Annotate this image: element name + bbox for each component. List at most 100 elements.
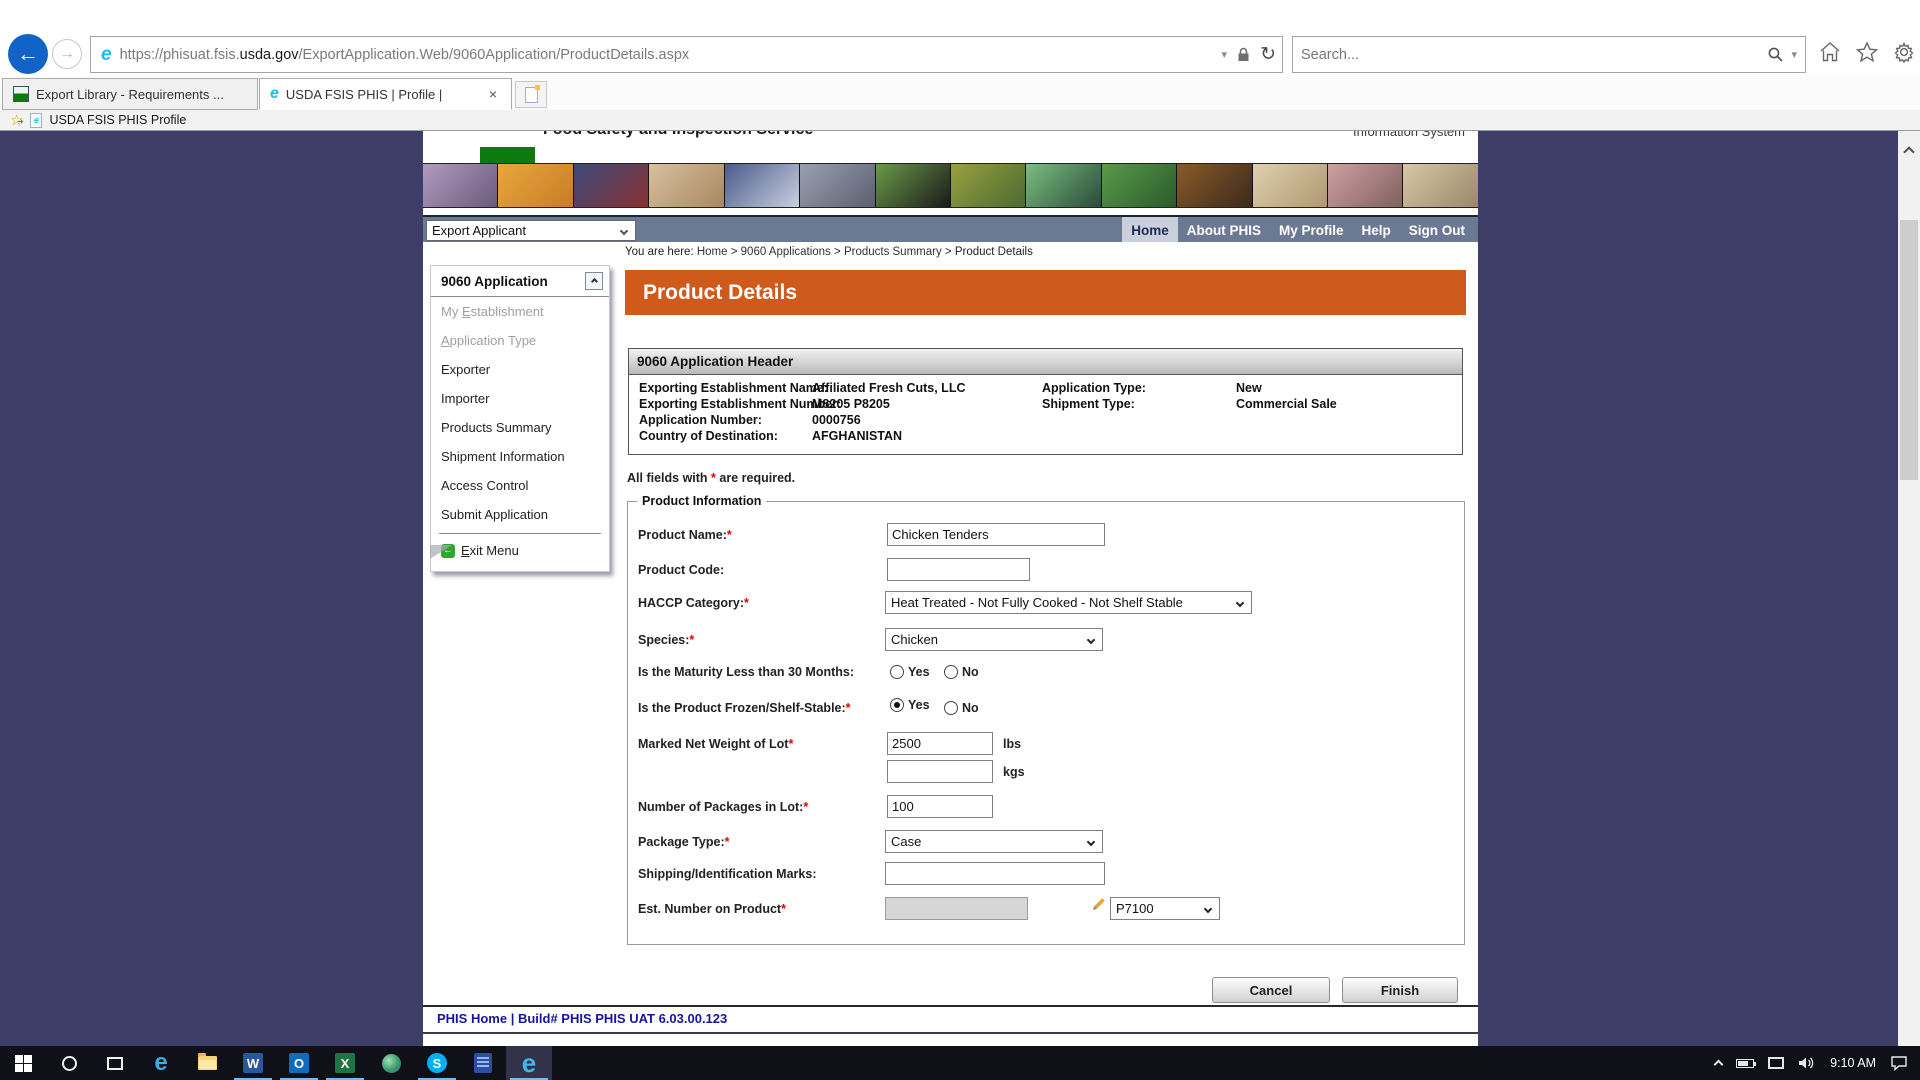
taskbar-journal-app[interactable] <box>460 1046 506 1080</box>
hidden-icons-chevron[interactable] <box>1714 1060 1724 1070</box>
sidebar-item-exit-menu[interactable]: ← Exit Menu <box>431 536 609 565</box>
settings-gear-icon[interactable] <box>1892 40 1916 64</box>
maturity-no-radio[interactable] <box>944 665 958 679</box>
application-number-value: 0000756 <box>812 413 861 427</box>
sidebar-item-access-control[interactable]: Access Control <box>431 471 609 500</box>
taskbar-clock[interactable]: 9:10 AM <box>1830 1056 1876 1070</box>
maturity-yes-radio[interactable] <box>890 665 904 679</box>
url-dropdown-icon[interactable]: ▾ <box>1222 48 1228 61</box>
photo-scientist-microscope <box>1026 164 1100 207</box>
photo-pork-carcasses <box>649 164 723 207</box>
exporting-establishment-name-value: Affiliated Fresh Cuts, LLC <box>812 381 965 395</box>
sidebar-collapse-button[interactable] <box>585 272 603 290</box>
photo-processing-plant <box>800 164 874 207</box>
new-tab-button[interactable] <box>515 81 547 108</box>
taskbar-internet-explorer[interactable]: e <box>506 1046 552 1080</box>
edit-pencil-icon[interactable] <box>1091 896 1107 912</box>
sidebar-item-submit-application[interactable]: Submit Application <box>431 500 609 529</box>
phis-home-link[interactable]: PHIS Home <box>437 1011 507 1026</box>
package-type-select[interactable]: Case <box>885 830 1103 853</box>
scrollbar-thumb[interactable] <box>1900 220 1918 480</box>
phis-page: Food Safety and Inspection Service Infor… <box>423 131 1478 1046</box>
tab-usda-fsis-phis[interactable]: e USDA FSIS PHIS | Profile | × <box>259 78 512 110</box>
taskbar: e W O X S e 9:10 AM <box>0 1046 1920 1080</box>
search-box[interactable]: ▾ <box>1292 36 1806 73</box>
net-weight-kgs-input[interactable] <box>887 760 993 783</box>
tab-close-icon[interactable]: × <box>485 86 501 102</box>
system-title: Information System <box>1353 131 1465 139</box>
task-view-icon <box>107 1057 123 1070</box>
application-header-box: Exporting Establishment Name: Affiliated… <box>628 375 1463 455</box>
vertical-scrollbar[interactable] <box>1898 131 1920 1046</box>
cortana-search-button[interactable] <box>46 1046 92 1080</box>
url-text[interactable]: https://phisuat.fsis.usda.gov/ExportAppl… <box>120 47 1222 63</box>
menu-item-my-profile[interactable]: My Profile <box>1270 217 1353 244</box>
net-weight-lbs-input[interactable] <box>887 732 993 755</box>
speaker-icon[interactable] <box>1798 1055 1816 1071</box>
breadcrumb-9060-applications[interactable]: 9060 Applications <box>741 246 831 258</box>
species-select[interactable]: Chicken <box>885 628 1103 651</box>
photo-cow-face <box>1403 164 1477 207</box>
page-title: Product Details <box>643 281 797 305</box>
net-weight-label: Marked Net Weight of Lot* <box>638 737 793 751</box>
home-icon[interactable] <box>1818 40 1842 64</box>
taskbar-skype[interactable]: S <box>414 1046 460 1080</box>
taskbar-word[interactable]: W <box>230 1046 276 1080</box>
packages-in-lot-input[interactable] <box>887 795 993 818</box>
back-button[interactable]: ← <box>8 34 48 74</box>
search-icon[interactable] <box>1767 46 1784 63</box>
menu-item-about-phis[interactable]: About PHIS <box>1178 217 1270 244</box>
tab-title: Export Library - Requirements ... <box>36 87 247 102</box>
product-name-input[interactable] <box>887 523 1105 546</box>
photo-inspection-line <box>725 164 799 207</box>
forward-button[interactable]: → <box>52 39 82 69</box>
taskbar-outlook[interactable]: O <box>276 1046 322 1080</box>
taskbar-file-explorer[interactable] <box>184 1046 230 1080</box>
breadcrumb-products-summary[interactable]: Products Summary <box>844 246 942 258</box>
haccp-category-select[interactable]: Heat Treated - Not Fully Cooked - Not Sh… <box>885 591 1252 614</box>
battery-icon[interactable] <box>1736 1059 1754 1068</box>
refresh-icon[interactable]: ↻ <box>1260 43 1276 66</box>
cancel-button[interactable]: Cancel <box>1212 977 1330 1003</box>
taskbar-globe-app[interactable] <box>368 1046 414 1080</box>
role-select[interactable]: Export Applicant <box>426 220 636 241</box>
menu-item-sign-out[interactable]: Sign Out <box>1400 217 1474 244</box>
tab-export-library[interactable]: Export Library - Requirements ... <box>2 78 258 110</box>
action-center-icon[interactable] <box>1890 1055 1908 1071</box>
product-code-input[interactable] <box>887 558 1030 581</box>
est-number-select[interactable]: P7100 <box>1110 897 1220 920</box>
favorites-bar-star-icon[interactable]: ☆ <box>10 111 23 129</box>
sidebar-item-products-summary[interactable]: Products Summary <box>431 413 609 442</box>
taskbar-excel[interactable]: X <box>322 1046 368 1080</box>
frozen-yes-radio[interactable] <box>890 698 904 712</box>
menu-item-help[interactable]: Help <box>1352 217 1399 244</box>
shipping-marks-input[interactable] <box>885 862 1105 885</box>
sidebar-item-exporter[interactable]: Exporter <box>431 355 609 384</box>
finish-button[interactable]: Finish <box>1342 977 1458 1003</box>
product-code-label: Product Code: <box>638 563 724 577</box>
forward-arrow-icon: → <box>59 45 75 63</box>
breadcrumb-home[interactable]: Home <box>697 246 728 258</box>
task-view-button[interactable] <box>92 1046 138 1080</box>
tab-title: USDA FSIS PHIS | Profile | <box>286 87 485 102</box>
menu-item-home[interactable]: Home <box>1122 217 1178 244</box>
browser-tab-bar: Export Library - Requirements ... e USDA… <box>0 76 1920 110</box>
address-bar[interactable]: e https://phisuat.fsis.usda.gov/ExportAp… <box>90 36 1283 73</box>
main-nav-bar: Export Applicant Home About PHIS My Prof… <box>423 215 1478 242</box>
start-button[interactable] <box>0 1046 46 1080</box>
favorites-star-icon[interactable] <box>1855 40 1879 64</box>
scrollbar-up-button[interactable] <box>1900 143 1918 161</box>
favorite-item-usda-fsis-phis[interactable]: USDA FSIS PHIS Profile <box>49 113 186 127</box>
cortana-icon <box>62 1056 77 1071</box>
exporting-establishment-number-row: Exporting Establishment Number: <box>639 397 841 411</box>
frozen-no-radio[interactable] <box>944 701 958 715</box>
sidebar-item-importer[interactable]: Importer <box>431 384 609 413</box>
search-dropdown-icon[interactable]: ▾ <box>1791 48 1797 61</box>
display-icon[interactable] <box>1768 1057 1784 1069</box>
search-input[interactable] <box>1301 47 1767 63</box>
taskbar-edge[interactable]: e <box>138 1046 184 1080</box>
breadcrumb-separator: > <box>945 246 952 258</box>
sidebar-item-shipment-information[interactable]: Shipment Information <box>431 442 609 471</box>
photo-baby-chicks <box>498 164 572 207</box>
chevron-up-icon <box>590 277 597 284</box>
